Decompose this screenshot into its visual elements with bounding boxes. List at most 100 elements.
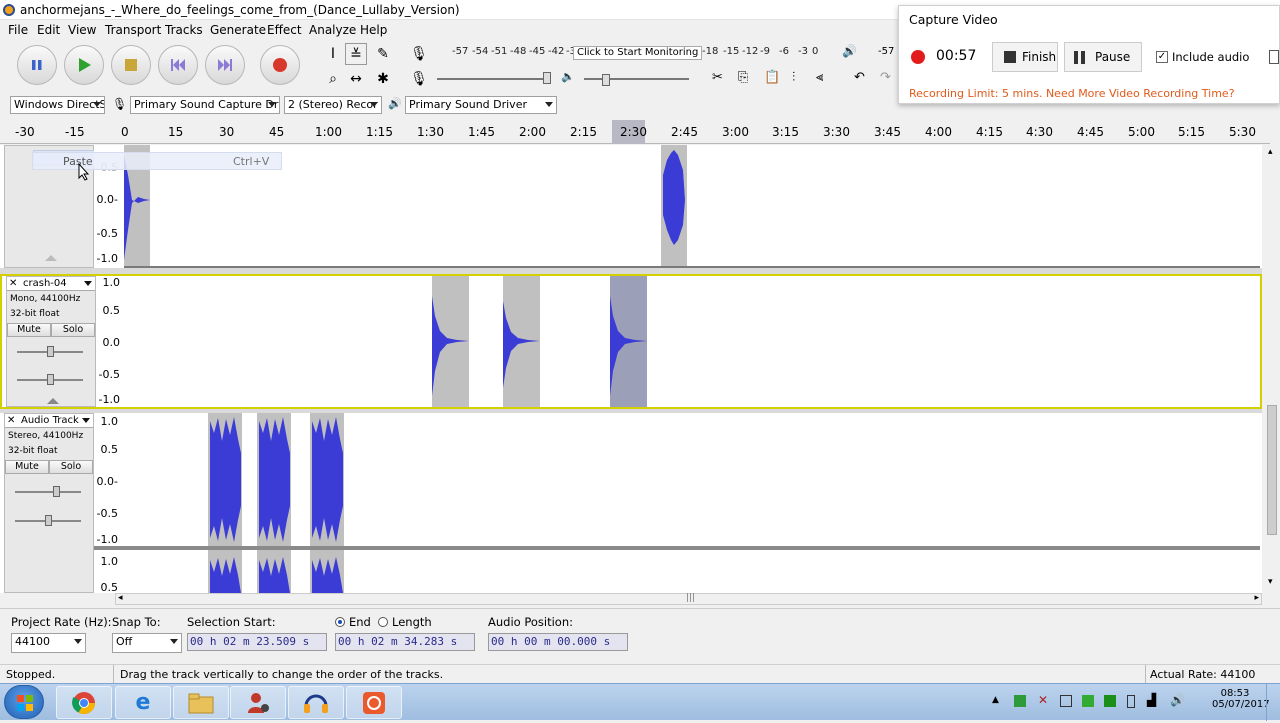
stop-button[interactable] [111,45,151,85]
network-signal-icon[interactable]: ▟ [1147,693,1156,707]
screen-recorder-taskbar-button[interactable] [346,686,402,719]
record-button[interactable] [260,45,300,85]
waveform-area[interactable] [126,276,1260,407]
trim-icon[interactable]: ⫶ [792,70,795,85]
menu-analyze[interactable]: Analyze [309,23,356,37]
project-rate-select[interactable]: 44100 [11,633,86,653]
audio-clip[interactable] [208,550,242,593]
close-track-icon[interactable]: ✕ [9,277,17,290]
chrome-taskbar-button[interactable] [56,686,112,719]
copy-icon[interactable]: ⎘ [738,70,748,85]
record-meter-icon[interactable]: 🎙 [408,43,430,65]
window-icon[interactable] [1269,50,1279,64]
menu-file[interactable]: File [8,23,28,37]
selection-start-field[interactable]: 00 h 02 m 23.509 s [187,633,327,651]
solo-button[interactable]: Solo [49,460,93,474]
play-button[interactable] [64,45,104,85]
playback-volume-thumb[interactable] [602,74,610,86]
skip-to-start-button[interactable] [158,45,198,85]
show-desktop-button[interactable] [1266,684,1280,721]
skip-to-end-button[interactable] [205,45,245,85]
tray-network-app-icon[interactable] [1082,695,1094,707]
playback-device-select[interactable]: Primary Sound Driver [405,96,557,114]
tray-app2-icon[interactable] [1104,695,1116,707]
mute-button[interactable]: Mute [7,323,51,337]
menu-transport[interactable]: Transport [105,23,161,37]
pause-button[interactable] [17,45,57,85]
pan-slider-thumb[interactable] [45,515,52,526]
solo-button[interactable]: Solo [51,323,95,337]
playback-volume-slider[interactable] [584,78,689,80]
audio-clip[interactable] [503,276,540,407]
draw-tool-icon[interactable]: ✎ [372,43,394,65]
snap-to-select[interactable]: Off [112,633,182,653]
playback-meter-icon[interactable]: 🔊 [842,44,857,58]
waveform-area[interactable] [94,413,1260,593]
include-audio-checkbox[interactable]: ✓ [1156,51,1168,63]
menu-tracks[interactable]: Tracks [165,23,203,37]
recording-volume-thumb[interactable] [543,72,551,84]
timeshift-tool-icon[interactable]: ↔ [345,68,367,90]
paste-icon[interactable]: 📋 [764,70,780,85]
gain-slider-thumb[interactable] [53,486,60,497]
scroll-left-icon[interactable]: ◂ [118,593,123,603]
user-app-taskbar-button[interactable] [230,686,286,719]
silence-icon[interactable]: ⫷ [816,70,823,85]
scroll-down-icon[interactable]: ▾ [1268,577,1273,587]
collapse-track-icon[interactable] [41,252,61,261]
start-monitoring-label[interactable]: Click to Start Monitoring [573,46,703,60]
track-name-menu[interactable]: ✕ crash-04 [7,277,95,291]
gain-slider[interactable] [15,491,81,493]
close-track-icon[interactable]: ✕ [7,414,15,427]
audio-clip-selected[interactable] [610,276,647,407]
selection-tool-icon[interactable]: I [322,43,344,65]
timeline-ruler[interactable]: -30 -15 0 15 30 45 1:00 1:15 1:30 1:45 2… [0,120,1270,144]
horizontal-scrollbar[interactable]: ◂ ||| ▸ [115,593,1262,605]
audio-clip[interactable] [432,276,469,407]
undo-icon[interactable]: ↶ [854,70,865,85]
menu-help[interactable]: Help [360,23,387,37]
track-name-menu[interactable]: ✕ Audio Track [5,414,93,428]
menu-view[interactable]: View [68,23,96,37]
recording-volume-slider[interactable] [437,78,547,80]
audio-clip[interactable] [208,413,242,546]
track-crash-04[interactable]: ✕ crash-04 Mono, 44100Hz 32-bit float Mut… [0,274,1262,409]
collapse-track-icon[interactable] [43,395,63,404]
selection-end-field[interactable]: 00 h 02 m 34.283 s [335,633,475,651]
recording-device-select[interactable]: Primary Sound Capture Drive [130,96,280,114]
start-button[interactable] [4,685,44,719]
menu-generate[interactable]: Generate [210,23,266,37]
redo-icon[interactable]: ↷ [880,70,891,85]
scroll-thumb[interactable] [1267,405,1277,535]
multi-tool-icon[interactable]: ✱ [372,68,394,90]
menu-edit[interactable]: Edit [37,23,60,37]
menu-effect[interactable]: Effect [267,23,302,37]
audacity-taskbar-button[interactable] [288,686,344,719]
pan-slider-thumb[interactable] [47,374,54,385]
track-audio-track[interactable]: ✕ Audio Track Stereo, 44100Hz 32-bit floa… [0,413,1262,594]
length-radio[interactable] [378,617,388,627]
waveform-area[interactable] [124,145,1260,268]
envelope-tool-icon[interactable]: ≚ [345,43,367,65]
recording-channels-select[interactable]: 2 (Stereo) Recor [284,96,382,114]
audio-position-field[interactable]: 00 h 00 m 00.000 s [488,633,628,651]
scroll-up-icon[interactable]: ▴ [1268,147,1273,157]
finish-button[interactable]: Finish [992,42,1058,72]
battery-icon[interactable] [1127,695,1135,708]
capture-pause-button[interactable]: Pause [1064,42,1142,72]
gain-slider-thumb[interactable] [47,346,54,357]
audio-clip[interactable] [257,550,291,593]
volume-icon[interactable]: 🔊 [1170,693,1185,707]
taskbar-clock[interactable]: 08:53 05/07/2017 [1212,688,1270,710]
cut-icon[interactable]: ✂ [712,70,723,85]
recording-limit-link[interactable]: Recording Limit: 5 mins. Need More Video… [909,87,1235,100]
audio-clip[interactable] [310,550,344,593]
vertical-scrollbar[interactable]: ▴ ▾ [1265,145,1279,593]
explorer-taskbar-button[interactable] [173,686,229,719]
tray-close-icon[interactable]: ✕ [1038,693,1048,707]
context-menu[interactable]: Paste Ctrl+V [32,152,282,170]
scroll-right-icon[interactable]: ▸ [1254,593,1259,603]
tray-app-icon[interactable] [1014,695,1026,707]
ie-taskbar-button[interactable]: e [115,686,171,719]
audio-clip[interactable] [661,145,687,266]
